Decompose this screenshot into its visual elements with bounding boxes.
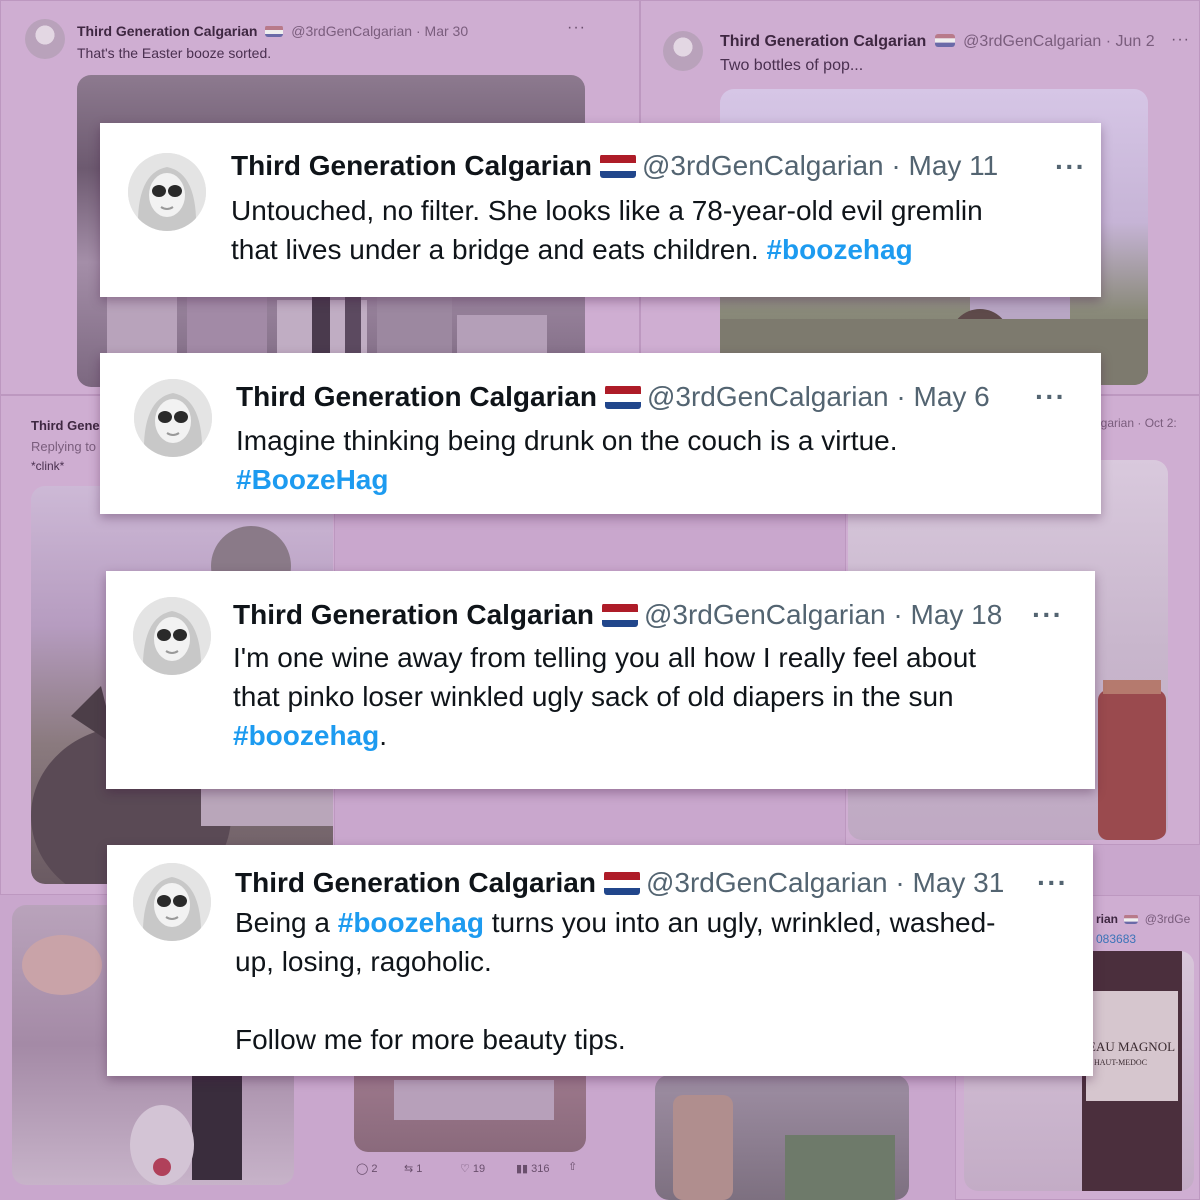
netherlands-flag-icon — [1124, 914, 1139, 924]
bg-tweet-link[interactable]: 083683 — [1096, 932, 1136, 946]
netherlands-flag-icon — [604, 385, 641, 409]
tweet-header: Third Generation Calgarian @3rdGenCalgari… — [231, 150, 998, 182]
netherlands-flag-icon — [601, 603, 638, 627]
tweet-line: up, losing, ragoholic. — [235, 946, 492, 977]
tweet-card-may18: Third Generation Calgarian @3rdGenCalgari… — [106, 571, 1095, 789]
tweet-text: Being a #boozehag turns you into an ugly… — [235, 903, 996, 1059]
tweet-line: Being a #boozehag turns you into an ugly… — [235, 907, 996, 938]
tweet-text: I'm one wine away from telling you all h… — [233, 638, 976, 755]
tweet-text: Imagine thinking being drunk on the couc… — [236, 421, 898, 499]
tweet-line: Follow me for more beauty tips. — [235, 1024, 626, 1055]
bg-tweet-text: That's the Easter booze sorted. — [77, 45, 272, 61]
netherlands-flag-icon — [603, 871, 640, 895]
more-options-icon[interactable]: ··· — [1032, 599, 1063, 631]
tweet-line: I'm one wine away from telling you all h… — [233, 642, 977, 673]
bg-avatar — [663, 31, 703, 71]
retweet-icon[interactable]: ⇆ 1 — [404, 1162, 422, 1175]
tweet-date[interactable]: · May 6 — [896, 381, 989, 412]
tweet-line: Imagine thinking being drunk on the couc… — [236, 425, 898, 456]
wine-label-text: EAU MAGNOL — [1088, 1039, 1175, 1054]
tweet-line: #BoozeHag — [236, 460, 898, 499]
avatar[interactable] — [134, 379, 212, 457]
hashtag-link[interactable]: #BoozeHag — [236, 464, 388, 495]
display-name[interactable]: Third Generation Calgarian — [231, 150, 592, 181]
share-icon[interactable]: ⇧ — [568, 1160, 577, 1173]
tweet-date[interactable]: · May 18 — [893, 599, 1002, 630]
avatar[interactable] — [128, 153, 206, 231]
bg-tweet-header: Third Generation Calgarian @3rdGenCalgar… — [77, 23, 469, 39]
tweet-card-may6: Third Generation Calgarian @3rdGenCalgari… — [100, 353, 1101, 514]
reply-icon[interactable]: ◯ 2 — [356, 1162, 378, 1175]
bg-tweet-header: lgarian · Oct 2: — [1098, 416, 1177, 430]
tweet-text: Untouched, no filter. She looks like a 7… — [231, 191, 983, 269]
handle[interactable]: @3rdGenCalgarian — [647, 381, 889, 412]
hashtag-link[interactable]: #boozehag — [338, 907, 484, 938]
tweet-card-may11: Third Generation Calgarian @3rdGenCalgari… — [100, 123, 1101, 297]
hashtag-link[interactable]: #boozehag — [233, 720, 379, 751]
display-name[interactable]: Third Generation Calgarian — [235, 867, 596, 898]
display-name[interactable]: Third Generation Calgarian — [236, 381, 597, 412]
like-icon[interactable]: ♡ 19 — [460, 1162, 485, 1175]
bg-tweet-header: Third Generation Calgarian @3rdGenCalgar… — [720, 33, 1155, 50]
handle[interactable]: @3rdGenCalgarian — [642, 150, 884, 181]
tweet-line: #boozehag. — [233, 720, 388, 751]
tweet-line: that lives under a bridge and eats child… — [231, 234, 913, 265]
more-options-icon[interactable]: ··· — [567, 19, 586, 37]
tweet-date[interactable]: · May 31 — [895, 867, 1004, 898]
netherlands-flag-icon — [265, 25, 284, 37]
handle[interactable]: @3rdGenCalgarian — [646, 867, 888, 898]
more-options-icon[interactable]: ··· — [1037, 867, 1068, 899]
tweet-header: Third Generation Calgarian @3rdGenCalgari… — [233, 599, 1002, 631]
wine-label-subtext: HAUT-MEDOC — [1094, 1058, 1147, 1067]
tweet-line: that pinko loser winkled ugly sack of ol… — [233, 681, 954, 712]
tweet-date[interactable]: · May 11 — [891, 150, 998, 181]
avatar[interactable] — [133, 597, 211, 675]
bg-tweet-header: rian @3rdGe — [1096, 912, 1191, 926]
hashtag-link[interactable]: #boozehag — [766, 234, 912, 265]
bg-tweet-text: Two bottles of pop... — [720, 57, 864, 74]
netherlands-flag-icon — [934, 34, 955, 47]
more-options-icon[interactable]: ··· — [1035, 381, 1066, 413]
bg-photo-glass — [655, 1075, 909, 1200]
tweet-header: Third Generation Calgarian @3rdGenCalgari… — [235, 867, 1004, 899]
tweet-card-may31: Third Generation Calgarian @3rdGenCalgari… — [107, 845, 1093, 1076]
views-icon[interactable]: ▮▮ 316 — [516, 1162, 550, 1175]
more-options-icon[interactable]: ··· — [1171, 31, 1190, 49]
tweet-header: Third Generation Calgarian @3rdGenCalgari… — [236, 381, 990, 413]
bg-reply-label: Replying to — [31, 439, 97, 454]
bg-tweet-header: Third Gene — [31, 418, 100, 433]
more-options-icon[interactable]: ··· — [1055, 151, 1086, 183]
display-name[interactable]: Third Generation Calgarian — [233, 599, 594, 630]
netherlands-flag-icon — [599, 154, 636, 178]
tweet-line: Untouched, no filter. She looks like a 7… — [231, 195, 983, 226]
bg-avatar — [25, 19, 65, 59]
bg-tweet-text: *clink* — [31, 459, 65, 473]
handle[interactable]: @3rdGenCalgarian — [644, 599, 886, 630]
avatar[interactable] — [133, 863, 211, 941]
